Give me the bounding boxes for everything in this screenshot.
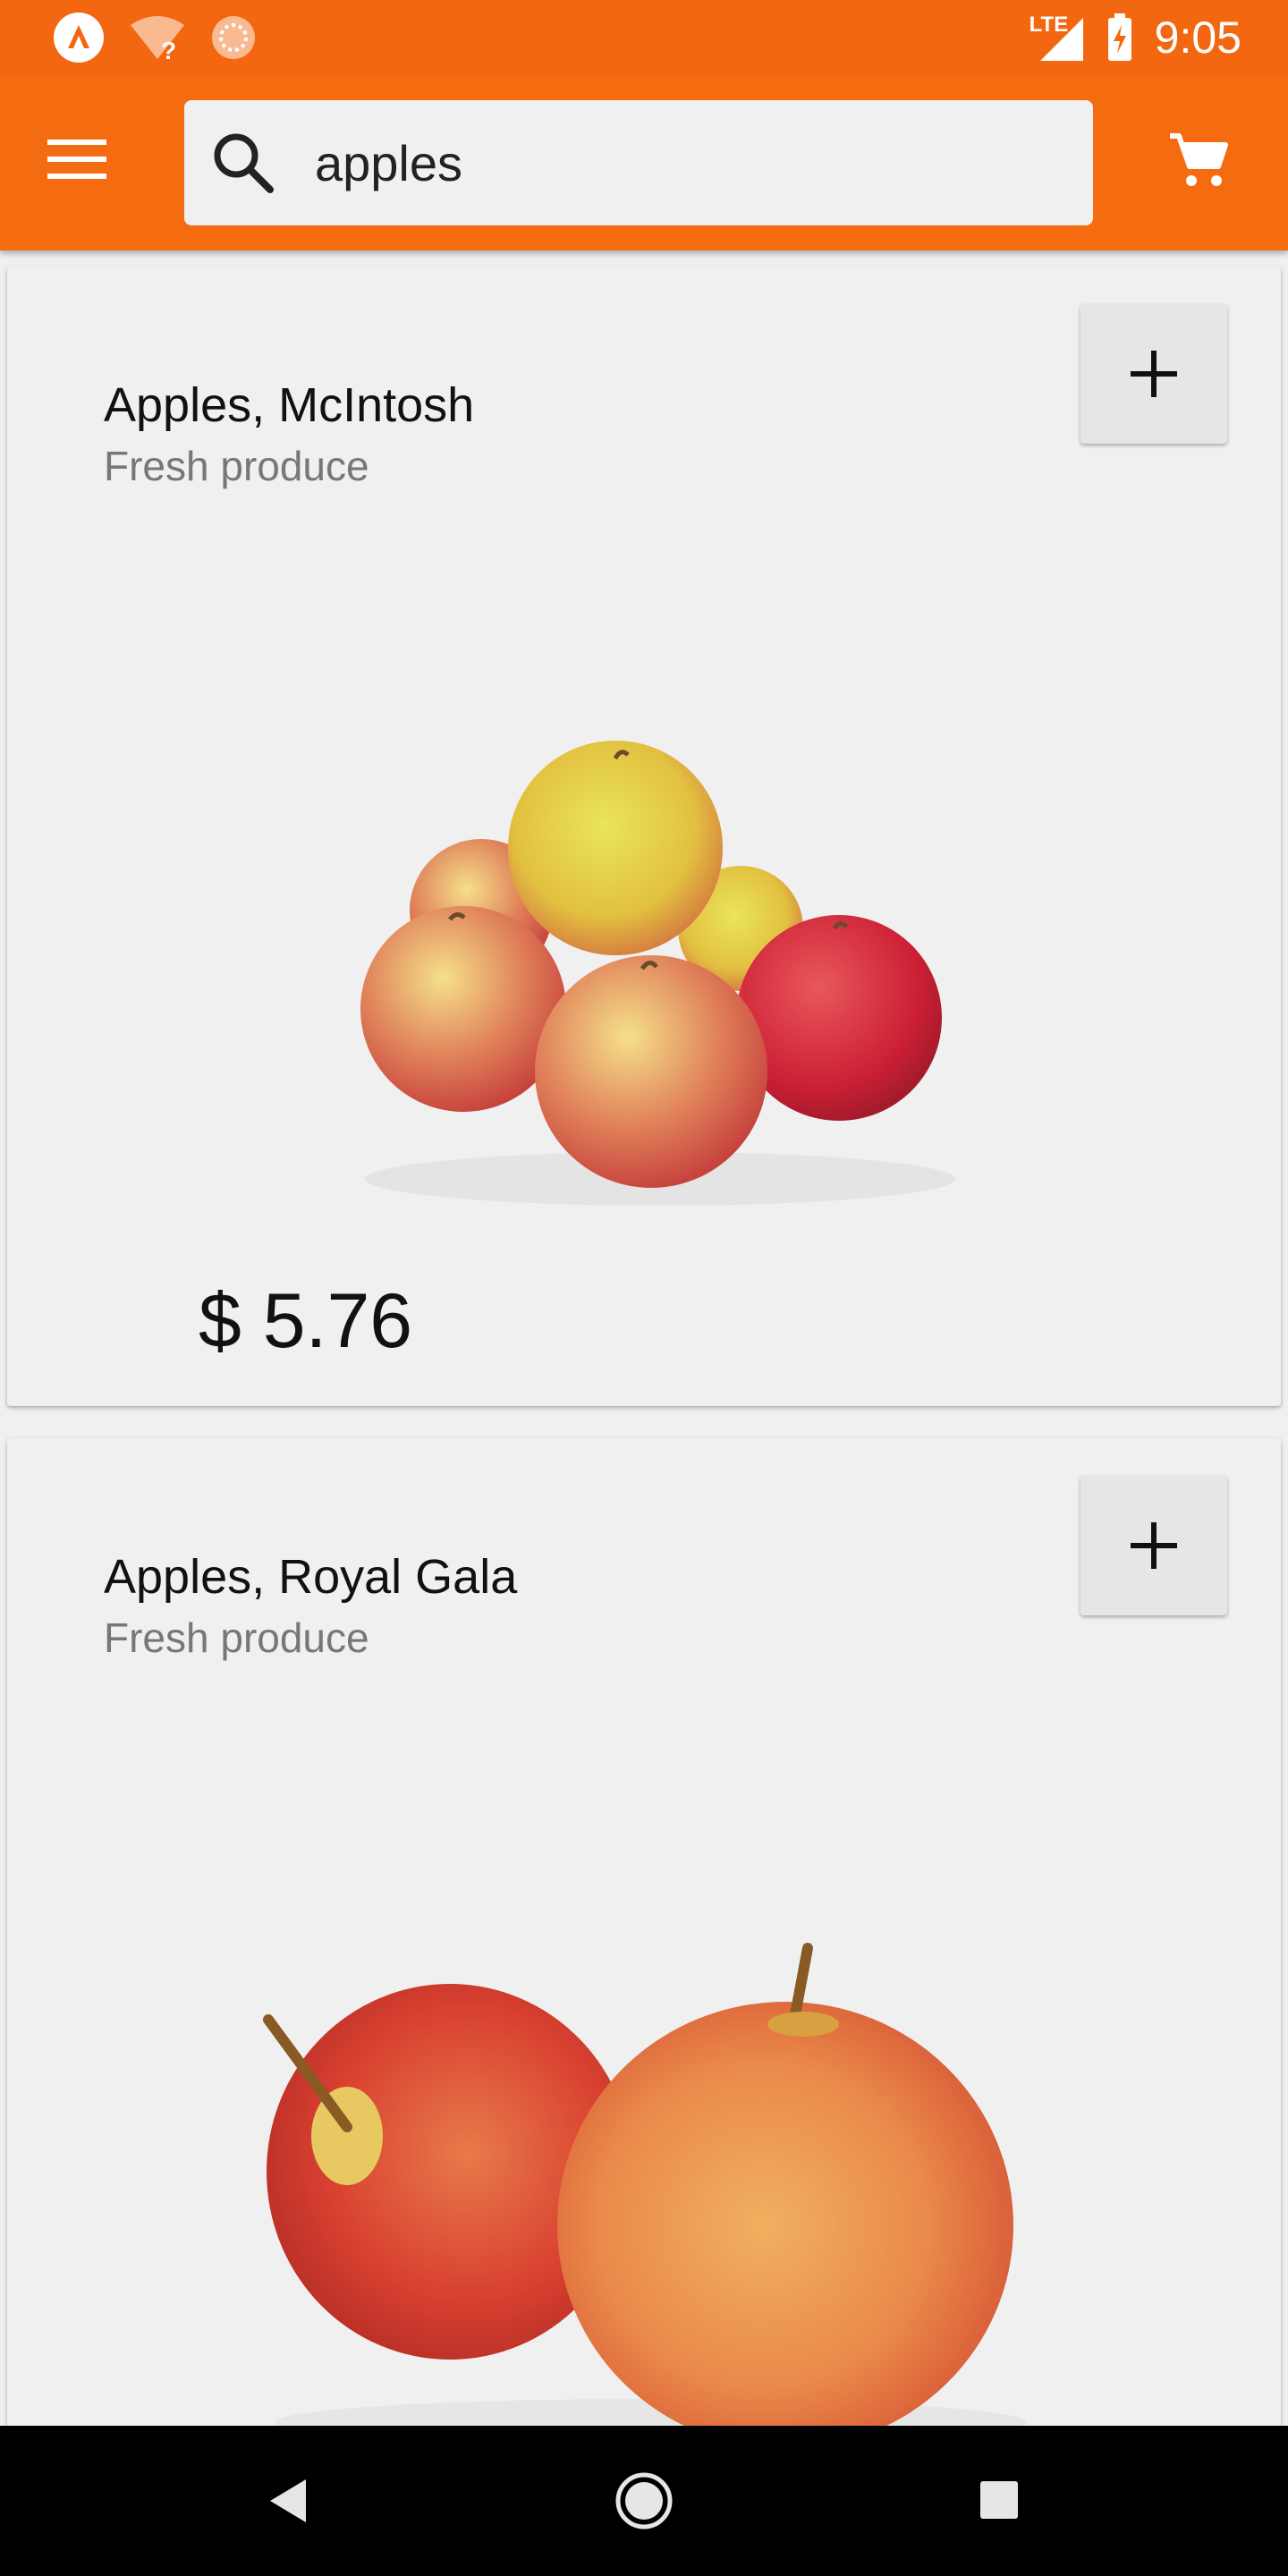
home-icon[interactable]: [614, 2470, 674, 2531]
svg-text:?: ?: [161, 37, 176, 63]
plus-icon: [1131, 351, 1177, 397]
search-icon: [214, 133, 274, 193]
status-right-icons: LTE 9:05: [1028, 11, 1241, 64]
wifi-unknown-icon: ?: [131, 16, 184, 63]
plus-icon: [1131, 1522, 1177, 1569]
product-image: [263, 1943, 1027, 2449]
navigation-bar: [0, 2426, 1288, 2576]
product-name: Apples, McIntosh: [104, 378, 475, 432]
status-clock: 9:05: [1154, 13, 1241, 63]
search-input[interactable]: [315, 100, 1066, 225]
cart-icon: [1170, 133, 1228, 186]
product-name: Apples, Royal Gala: [104, 1550, 518, 1604]
product-category: Fresh produce: [104, 1614, 369, 1661]
status-bar: ? LTE 9:05: [0, 0, 1288, 75]
cart-button[interactable]: [1157, 120, 1240, 202]
lte-signal-icon: LTE: [1028, 13, 1085, 63]
status-left-icons: ?: [52, 11, 258, 64]
app-bar: [0, 75, 1288, 250]
search-box[interactable]: [184, 100, 1093, 225]
back-icon[interactable]: [259, 2474, 313, 2528]
product-price: $ 5.76: [199, 1278, 413, 1364]
battery-charging-icon: [1107, 13, 1131, 61]
sync-icon: [212, 16, 255, 59]
product-card[interactable]: Apples, Royal Gala Fresh produce: [7, 1438, 1281, 2576]
product-image: [360, 741, 955, 1206]
add-to-cart-button[interactable]: [1080, 304, 1227, 444]
menu-icon: [47, 140, 106, 179]
product-category: Fresh produce: [104, 443, 369, 489]
recents-icon[interactable]: [979, 2479, 1020, 2521]
menu-button[interactable]: [36, 118, 118, 200]
app-notification-icon: [54, 13, 104, 63]
add-to-cart-button[interactable]: [1080, 1476, 1227, 1615]
product-card[interactable]: Apples, McIntosh Fresh produce $ 5.76: [7, 267, 1281, 1406]
